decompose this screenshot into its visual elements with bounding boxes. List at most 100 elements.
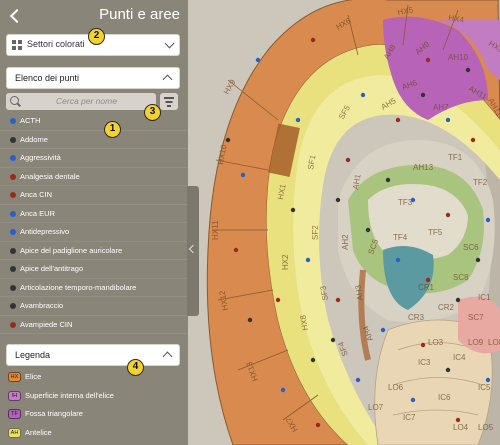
acupoint-marker[interactable] xyxy=(315,422,321,428)
acupoint-marker[interactable] xyxy=(425,277,431,283)
chevron-up-icon xyxy=(162,351,173,362)
legend-label: Superficie interna dell'elice xyxy=(25,390,114,400)
point-name: Articolazione temporo-mandibolare xyxy=(20,282,137,292)
acupoint-marker[interactable] xyxy=(470,137,476,143)
acupoint-marker[interactable] xyxy=(445,367,451,373)
acupoint-marker[interactable] xyxy=(445,212,451,218)
filter-button[interactable] xyxy=(160,93,178,110)
sector-dropdown-label: Settori colorati xyxy=(27,39,85,49)
acupoint-marker[interactable] xyxy=(290,207,296,213)
acupoint-marker[interactable] xyxy=(420,92,426,98)
point-name: Antidepressivo xyxy=(20,227,70,236)
acupoint-marker[interactable] xyxy=(485,217,491,223)
legend-list: HX Elice IH Superficie interna dell'elice TF… xyxy=(0,368,188,442)
legend-badge: HX xyxy=(8,372,21,382)
marker-1: 1 xyxy=(104,121,121,138)
region-label: IC1 xyxy=(478,293,491,302)
region-label: SC7 xyxy=(468,313,484,322)
acupoint-marker[interactable] xyxy=(410,397,416,403)
acupoint-marker[interactable] xyxy=(365,227,371,233)
acupoint-marker[interactable] xyxy=(395,257,401,263)
acupoint-marker[interactable] xyxy=(395,117,401,123)
point-dot-icon xyxy=(10,155,16,161)
acupoint-marker[interactable] xyxy=(330,337,336,343)
acupoint-marker[interactable] xyxy=(425,57,431,63)
list-item[interactable]: Aggressività xyxy=(0,149,188,168)
region-label: AH10 xyxy=(448,53,469,62)
acupoint-marker[interactable] xyxy=(335,297,341,303)
list-item[interactable]: Apice del padiglione auricolare xyxy=(0,242,188,260)
point-dot-icon xyxy=(10,229,16,235)
point-dot-icon xyxy=(10,192,16,198)
point-name: Apice dell'antitrago xyxy=(20,264,84,273)
region-label: SF2 xyxy=(311,225,320,240)
legend-item[interactable]: AH Antelice xyxy=(0,424,188,443)
list-item[interactable]: Analgesia dentale xyxy=(0,168,188,186)
acupoint-marker[interactable] xyxy=(247,317,253,323)
acupoint-marker[interactable] xyxy=(380,327,386,333)
back-button[interactable] xyxy=(6,3,26,27)
acupoint-marker[interactable] xyxy=(275,297,281,303)
acupoint-marker[interactable] xyxy=(225,137,231,143)
ear-illustration[interactable]: HX9HX10HX11HX12HX13HX7HX6HX5HX4HX3HX1HX2… xyxy=(188,0,500,445)
point-name: Anca CIN xyxy=(20,190,53,199)
list-item[interactable]: Addome xyxy=(0,131,188,149)
acupoint-marker[interactable] xyxy=(335,197,341,203)
acupoint-marker[interactable] xyxy=(305,257,311,263)
acupoint-marker[interactable] xyxy=(310,37,316,43)
legend-item[interactable]: TF Fossa triangolare xyxy=(0,405,188,424)
search-input[interactable]: Cerca per nome xyxy=(6,93,156,110)
list-item[interactable]: Avambraccio xyxy=(0,297,188,316)
acupoint-marker[interactable] xyxy=(295,117,301,123)
acupoint-marker[interactable] xyxy=(233,247,239,253)
point-dot-icon xyxy=(10,303,16,309)
region-label: IC7 xyxy=(403,413,416,422)
acupoint-marker[interactable] xyxy=(445,117,451,123)
list-item[interactable]: Anca EUR xyxy=(0,205,188,223)
point-dot-icon xyxy=(10,247,16,254)
point-dot-icon xyxy=(10,210,16,217)
region-label: HX11 xyxy=(211,220,220,240)
point-dot-icon xyxy=(10,266,16,272)
acupoint-marker[interactable] xyxy=(455,417,461,423)
acupoint-marker[interactable] xyxy=(345,157,351,163)
collapse-panel-handle[interactable] xyxy=(187,186,199,316)
point-dot-icon xyxy=(10,284,16,291)
legend-item[interactable]: IH Superficie interna dell'elice xyxy=(0,387,188,406)
region-label: AH13 xyxy=(413,163,434,172)
acupoint-marker[interactable] xyxy=(385,177,391,183)
region-label: LO4 xyxy=(453,423,469,432)
acupoint-marker[interactable] xyxy=(420,342,426,348)
legend-item[interactable]: HX Elice xyxy=(0,368,188,387)
acupoint-marker[interactable] xyxy=(455,297,461,303)
acupoint-marker[interactable] xyxy=(255,57,261,63)
region-label: AH2 xyxy=(341,234,350,250)
legend-label: Elice xyxy=(25,372,42,381)
point-name: Avampiede CIN xyxy=(20,319,73,329)
grid-icon xyxy=(12,40,23,51)
acupoint-marker[interactable] xyxy=(465,67,471,73)
region-label: CR3 xyxy=(408,313,425,322)
points-section-header[interactable]: Elenco dei punti xyxy=(6,67,180,89)
acupoint-marker[interactable] xyxy=(360,92,366,98)
acupoint-marker[interactable] xyxy=(355,377,361,383)
marker-4: 4 xyxy=(127,359,144,376)
region-label: IC3 xyxy=(418,358,431,367)
acupoint-marker[interactable] xyxy=(485,377,491,383)
list-item[interactable]: Articolazione temporo-mandibolare xyxy=(0,279,188,297)
legend-section-header[interactable]: Legenda xyxy=(6,344,180,366)
region-label: SC8 xyxy=(453,273,469,282)
acupoint-marker[interactable] xyxy=(280,387,286,393)
point-name: Addome xyxy=(20,134,48,144)
ear-map[interactable]: HX9 HX10 HX11 HX12 HX13 HX7 HX6 HX5 HX4 HX3 HX1 HX2… xyxy=(188,0,500,445)
list-item[interactable]: Anca CIN xyxy=(0,186,188,205)
list-item[interactable]: Antidepressivo xyxy=(0,223,188,242)
list-item[interactable]: Avampiede CIN xyxy=(0,316,188,334)
acupoint-marker[interactable] xyxy=(240,172,246,178)
acupoint-marker[interactable] xyxy=(475,257,481,263)
list-item[interactable]: Apice dell'antitrago xyxy=(0,260,188,279)
acupoint-marker[interactable] xyxy=(310,357,316,363)
region-label: CR1 xyxy=(418,283,435,292)
points-list: ACTH Addome Aggressività Analgesia dentale A… xyxy=(0,112,188,338)
list-item[interactable]: Avampiede EUR xyxy=(0,334,188,338)
